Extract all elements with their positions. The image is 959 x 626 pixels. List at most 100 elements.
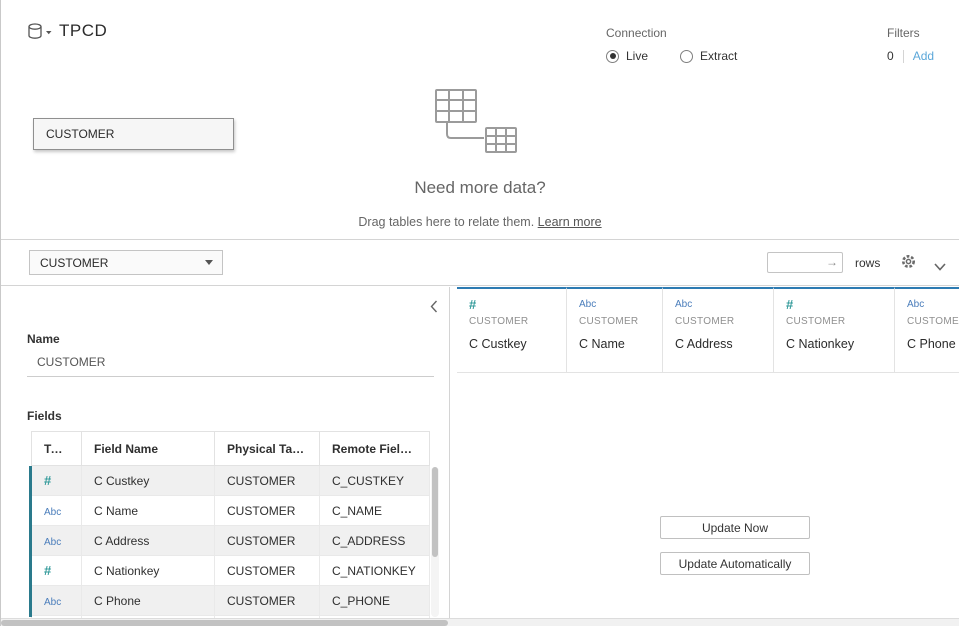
learn-more-link[interactable]: Learn more [538,215,602,229]
rows-label: rows [855,256,880,270]
field-name-cell: C Phone [82,586,215,616]
chevron-down-icon[interactable] [934,258,946,276]
preview-field-name: C Name [579,337,650,351]
preview-column-header[interactable]: # CUSTOMER C Custkey [457,287,567,373]
divider [27,376,434,377]
connection-extract-radio[interactable]: Extract [680,49,737,63]
fields-label: Fields [27,409,62,423]
preview-table-name: CUSTOMER [579,316,650,327]
physical-table-cell: CUSTOMER [215,586,320,616]
number-type-icon: # [44,473,51,488]
filters-section: Filters 0 Add [887,26,934,63]
preview-table-name: CUSTOMER [907,316,959,327]
connection-label: Connection [606,26,737,40]
scrollbar-thumb[interactable] [432,467,438,557]
field-metadata-panel: Name CUSTOMER Fields Type Field Name Phy… [1,287,450,618]
string-type-icon: Abc [907,297,959,311]
column-header-physical-table[interactable]: Physical Table [215,432,320,466]
preview-field-name: C Custkey [469,337,554,351]
grid-toolbar: CUSTOMER → rows [1,239,959,286]
field-row[interactable]: # C Nationkey CUSTOMER C_NATIONKEY [32,556,430,586]
string-type-icon: Abc [675,297,761,311]
remote-field-cell: C_ADDRESS [320,526,430,556]
chevron-down-icon [205,260,213,265]
lower-pane: Name CUSTOMER Fields Type Field Name Phy… [1,287,959,618]
empty-state-hint: Drag tables here to relate them. [358,215,534,229]
physical-table-cell: CUSTOMER [215,526,320,556]
field-row[interactable]: Abc C Phone CUSTOMER C_PHONE [32,586,430,616]
connection-radio-group: Live Extract [606,49,737,63]
preview-table-name: CUSTOMER [675,316,761,327]
number-type-icon: # [44,563,51,578]
table-select-dropdown[interactable]: CUSTOMER [29,250,223,275]
column-header-type[interactable]: Type [32,432,82,466]
connection-section: Connection Live Extract [606,26,737,63]
remote-field-cell: C_NATIONKEY [320,556,430,586]
preview-header-row: # CUSTOMER C Custkey Abc CUSTOMER C Name… [451,287,959,373]
column-header-remote-field[interactable]: Remote Field... [320,432,430,466]
connection-live-label: Live [626,49,648,63]
radio-dot-icon [680,50,693,63]
field-row[interactable]: Abc C Name CUSTOMER C_NAME [32,496,430,526]
empty-state-title: Need more data? [1,178,959,198]
field-name-cell: C Name [82,496,215,526]
preview-field-name: C Nationkey [786,337,882,351]
field-row[interactable]: # C Custkey CUSTOMER C_CUSTKEY [32,466,430,496]
connection-extract-label: Extract [700,49,737,63]
datasource-icon[interactable] [27,22,54,47]
filters-add-link[interactable]: Add [913,49,934,63]
name-value[interactable]: CUSTOMER [37,355,105,369]
fields-scrollbar[interactable] [431,467,439,617]
preview-field-name: C Phone [907,337,959,351]
string-type-icon: Abc [44,507,61,518]
name-label: Name [27,332,60,346]
string-type-icon: Abc [44,537,61,548]
relationship-canvas: TPCD Connection Live Extract Filters 0 A… [1,0,959,239]
horizontal-scrollbar[interactable] [1,618,959,626]
selection-indicator [29,466,32,617]
empty-state-subtitle: Drag tables here to relate them. Learn m… [1,215,959,229]
string-type-icon: Abc [579,297,650,311]
divider [903,50,904,63]
remote-field-cell: C_NAME [320,496,430,526]
field-name-cell: C Custkey [82,466,215,496]
filters-count: 0 [887,49,894,63]
row-count-input[interactable] [771,253,826,272]
tableau-data-source-page: TPCD Connection Live Extract Filters 0 A… [0,0,959,626]
string-type-icon: Abc [44,597,61,608]
field-name-cell: C Nationkey [82,556,215,586]
preview-field-name: C Address [675,337,761,351]
fields-table: Type Field Name Physical Table Remote Fi… [31,431,430,618]
connection-live-radio[interactable]: Live [606,49,648,63]
scrollbar-thumb[interactable] [1,620,448,626]
preview-column-header[interactable]: # CUSTOMER C Nationkey [774,287,895,373]
preview-column-header[interactable]: Abc CUSTOMER C Phone [895,287,959,373]
column-header-field-name[interactable]: Field Name [82,432,215,466]
filters-row: 0 Add [887,49,934,63]
preview-table-name: CUSTOMER [786,316,882,327]
update-now-button[interactable]: Update Now [660,516,810,539]
radio-dot-icon [606,50,619,63]
number-type-icon: # [786,297,882,311]
go-arrow-icon[interactable]: → [826,255,838,269]
fields-table-header-row: Type Field Name Physical Table Remote Fi… [32,432,430,466]
physical-table-cell: CUSTOMER [215,556,320,586]
table-select-value: CUSTOMER [40,256,108,270]
field-name-cell: C Address [82,526,215,556]
physical-table-cell: CUSTOMER [215,496,320,526]
number-type-icon: # [469,297,554,311]
preview-table-name: CUSTOMER [469,316,554,327]
remote-field-cell: C_CUSTKEY [320,466,430,496]
gear-icon[interactable] [900,253,917,275]
preview-column-header[interactable]: Abc CUSTOMER C Name [567,287,663,373]
row-count-field: → [767,252,843,273]
physical-table-cell: CUSTOMER [215,466,320,496]
preview-column-header[interactable]: Abc CUSTOMER C Address [663,287,774,373]
data-preview-panel: # CUSTOMER C Custkey Abc CUSTOMER C Name… [451,287,959,618]
field-row[interactable]: Abc C Address CUSTOMER C_ADDRESS [32,526,430,556]
preview-body: Update Now Update Automatically [451,374,959,618]
update-automatically-button[interactable]: Update Automatically [660,552,810,575]
page-title: TPCD [59,21,107,41]
filters-label: Filters [887,26,934,40]
collapse-panel-icon[interactable] [430,300,438,318]
